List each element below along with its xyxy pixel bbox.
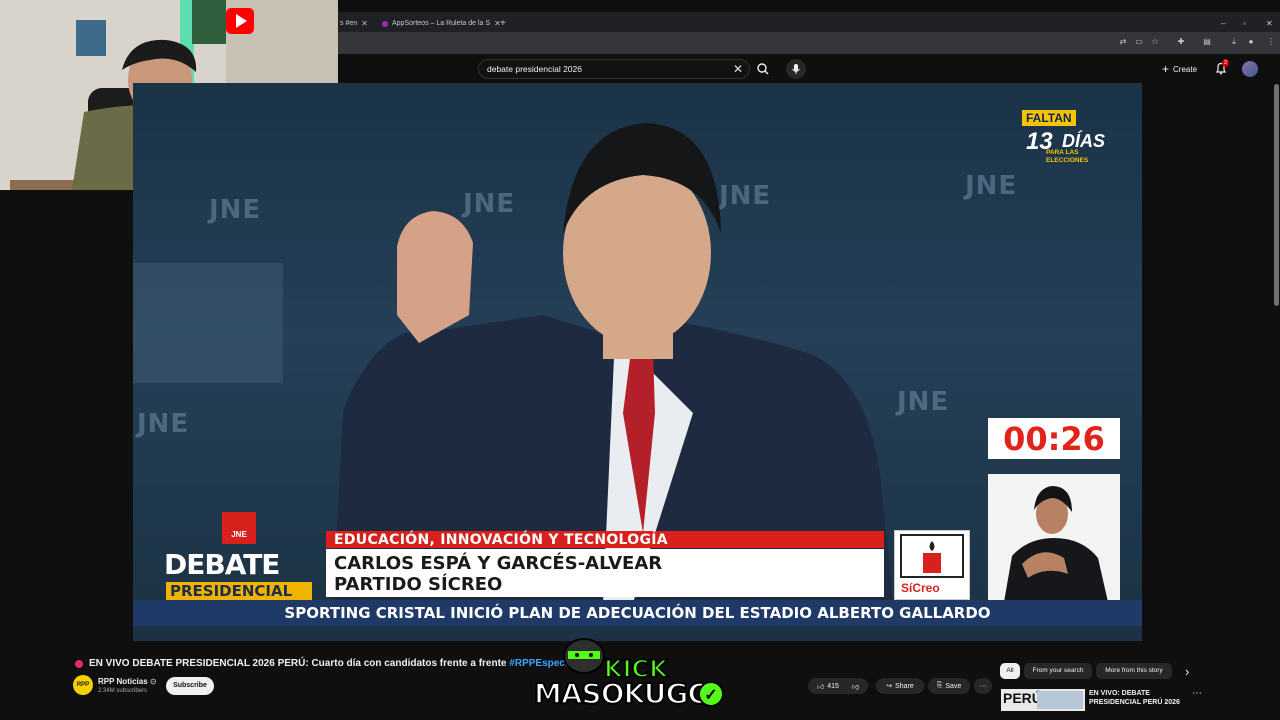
plus-icon: + [1162,62,1170,76]
share-button[interactable]: ↪ Share [876,678,924,694]
presidencial-brand-word: PRESIDENCIAL [170,582,293,600]
kick-verified-check-icon: ✓ [698,681,724,707]
search-button[interactable] [752,59,774,79]
cast-icon[interactable]: ▭ [1134,37,1144,47]
voice-search-button[interactable] [786,59,806,79]
chip-more-from-this-story[interactable]: More from this story [1096,663,1172,679]
party-logo: SíCreo [894,530,970,600]
more-actions-button[interactable]: ··· [974,678,992,694]
bookmark-icon: ⎘ [936,682,943,689]
countdown-sub-line2: ELECCIONES [1046,157,1089,164]
create-button[interactable]: + Create [1162,62,1197,76]
candidate-name: CARLOS ESPÁ Y GARCÉS-ALVEAR [334,553,663,574]
like-count: 415 [827,682,839,690]
chip-all[interactable]: All [1000,663,1020,679]
channel-subscriber-count: 2.34M subscribers [98,688,148,694]
live-indicator-icon [75,660,83,668]
recommended-video-menu-icon[interactable]: ⋯ [1192,688,1202,699]
recommended-video-thumbnail[interactable]: PERÚ [1001,689,1085,711]
recommended-video-title[interactable]: EN VIVO: DEBATE PRESIDENCIAL PERÚ 2026 [1089,689,1180,707]
new-tab-button[interactable]: + [500,15,506,32]
kick-mascot-icon [563,638,605,674]
channel-name[interactable]: RPP Noticias ⊙ [98,677,157,686]
interpreter-image [988,474,1120,602]
clear-search-icon[interactable]: ✕ [733,62,743,76]
news-ticker: SPORTING CRISTAL INICIÓ PLAN DE ADECUACI… [284,604,991,622]
sidepanel-icon[interactable]: ▤ [1202,37,1212,47]
streamer-name: MASOKUGG [533,676,711,711]
jne-logo: JNE [222,512,256,544]
thumbnail-image [1037,691,1083,709]
candidate-party: PARTIDO SÍCREO [334,574,503,595]
thumbs-up-icon: 👍︎ [816,683,825,691]
translate-icon[interactable]: ⇄ [1118,37,1128,47]
maximize-button[interactable]: ▫ [1243,15,1246,32]
browser-tab-appsorteos[interactable]: AppSorteos – La Ruleta de la S ✕ [382,15,501,32]
share-icon: ↪ [886,683,893,690]
download-icon[interactable]: ⇣ [1229,37,1239,47]
channel-avatar[interactable]: RPP [73,675,93,695]
browser-tab[interactable]: s #en ✕ [340,15,368,32]
profile-icon[interactable]: ● [1246,37,1256,47]
browser-tab-bar: s #en ✕ AppSorteos – La Ruleta de la S ✕… [338,12,1280,32]
debate-timer: 00:26 [988,418,1120,459]
chips-next-button[interactable]: › [1185,664,1189,679]
thumbs-down-icon[interactable]: 👎︎ [852,682,859,691]
microphone-icon [792,64,800,74]
party-logo-text: SíCreo [901,581,940,595]
tab-favicon-icon [382,20,388,27]
subscribe-button[interactable]: Subscribe [166,677,214,695]
countdown-faltan-label: FALTAN [1022,110,1076,126]
close-tab-icon[interactable]: ✕ [361,19,368,28]
candle-icon [900,534,964,578]
chip-from-your-search[interactable]: From your search [1024,663,1092,679]
notification-count-badge: 2 [1222,59,1230,67]
save-button[interactable]: ⎘ Save [928,678,970,694]
page-scrollbar[interactable] [1274,84,1279,306]
browser-menu-icon[interactable]: ⋮ [1266,37,1276,47]
search-icon [757,63,769,75]
countdown-sub-line1: PARA LAS [1046,149,1079,156]
debate-brand-word: DEBATE [164,548,280,581]
like-dislike-button[interactable]: 👍︎ 415 👎︎ [808,678,868,694]
bookmark-star-icon[interactable]: ☆ [1150,37,1160,47]
account-avatar[interactable] [1242,61,1258,77]
close-window-button[interactable]: ✕ [1266,15,1273,32]
sign-language-interpreter [988,474,1120,602]
minimize-button[interactable]: – [1221,15,1225,32]
debate-topic: EDUCACIÓN, INNOVACIÓN Y TECNOLOGÍA [334,532,668,548]
extensions-icon[interactable]: ✚ [1176,37,1186,47]
video-title: EN VIVO DEBATE PRESIDENCIAL 2026 PERÚ: C… [89,658,588,669]
search-query[interactable]: debate presidencial 2026 [487,64,582,74]
verified-icon: ⊙ [149,677,157,686]
